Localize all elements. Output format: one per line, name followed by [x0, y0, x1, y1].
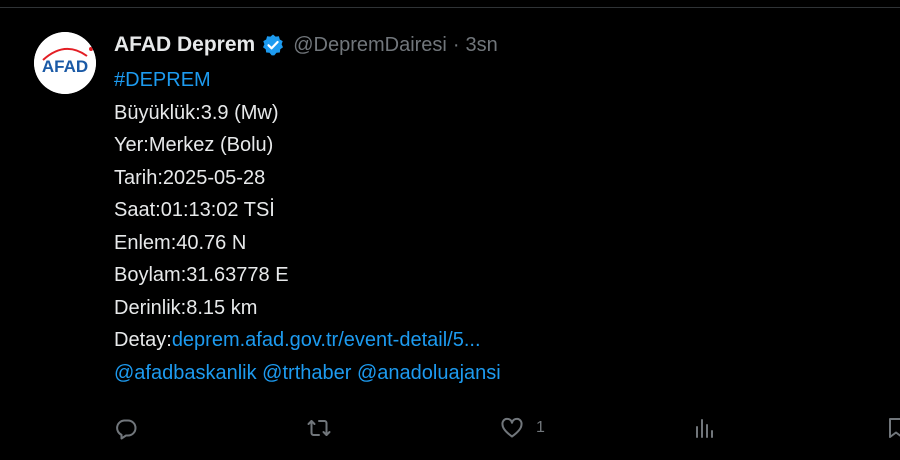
magnitude-line: Büyüklük:3.9 (Mw) [114, 101, 279, 124]
separator-dot: · [452, 33, 460, 56]
like-count: 1 [536, 419, 545, 436]
top-divider [0, 7, 900, 8]
heart-icon [501, 417, 523, 438]
avatar[interactable]: AFAD [34, 32, 96, 94]
views-button[interactable] [693, 413, 717, 443]
afad-logo: AFAD [34, 32, 96, 94]
mention-trthaber[interactable]: @trthaber [262, 362, 351, 384]
tweet-text: #DEPREM Büyüklük:3.9 (Mw) Yer:Merkez (Bo… [114, 64, 501, 389]
avatar-logo-text: AFAD [42, 57, 88, 76]
views-icon [696, 419, 713, 438]
tweet-actions: 1 [0, 413, 900, 443]
like-button[interactable]: 1 [500, 413, 545, 443]
reply-button[interactable] [114, 413, 138, 443]
mention-anadoluajansi[interactable]: @anadoluajansi [357, 362, 501, 384]
author-handle[interactable]: @DepremDairesi [293, 34, 447, 57]
bookmark-icon [889, 418, 900, 438]
author-name[interactable]: AFAD Deprem [114, 33, 255, 57]
bookmark-button[interactable] [884, 413, 900, 443]
detail-label: Detay: [114, 329, 172, 351]
reply-icon [116, 419, 137, 440]
hashtag-link[interactable]: #DEPREM [114, 69, 211, 91]
date-line: Tarih:2025-05-28 [114, 166, 266, 189]
mention-afadbaskanlik[interactable]: @afadbaskanlik [114, 362, 257, 384]
timestamp[interactable]: 3sn [466, 34, 498, 57]
retweet-icon [307, 420, 331, 436]
detail-link[interactable]: deprem.afad.gov.tr/event-detail/5... [172, 329, 481, 351]
tweet-header: AFAD Deprem @DepremDairesi · 3sn [114, 30, 498, 60]
retweet-button[interactable] [307, 413, 331, 443]
verified-badge-icon [261, 33, 285, 57]
time-line: Saat:01:13:02 TSİ [114, 199, 275, 221]
latitude-line: Enlem:40.76 N [114, 231, 247, 254]
depth-line: Derinlik:8.15 km [114, 296, 258, 319]
longitude-line: Boylam:31.63778 E [114, 264, 289, 286]
location-line: Yer:Merkez (Bolu) [114, 134, 274, 156]
